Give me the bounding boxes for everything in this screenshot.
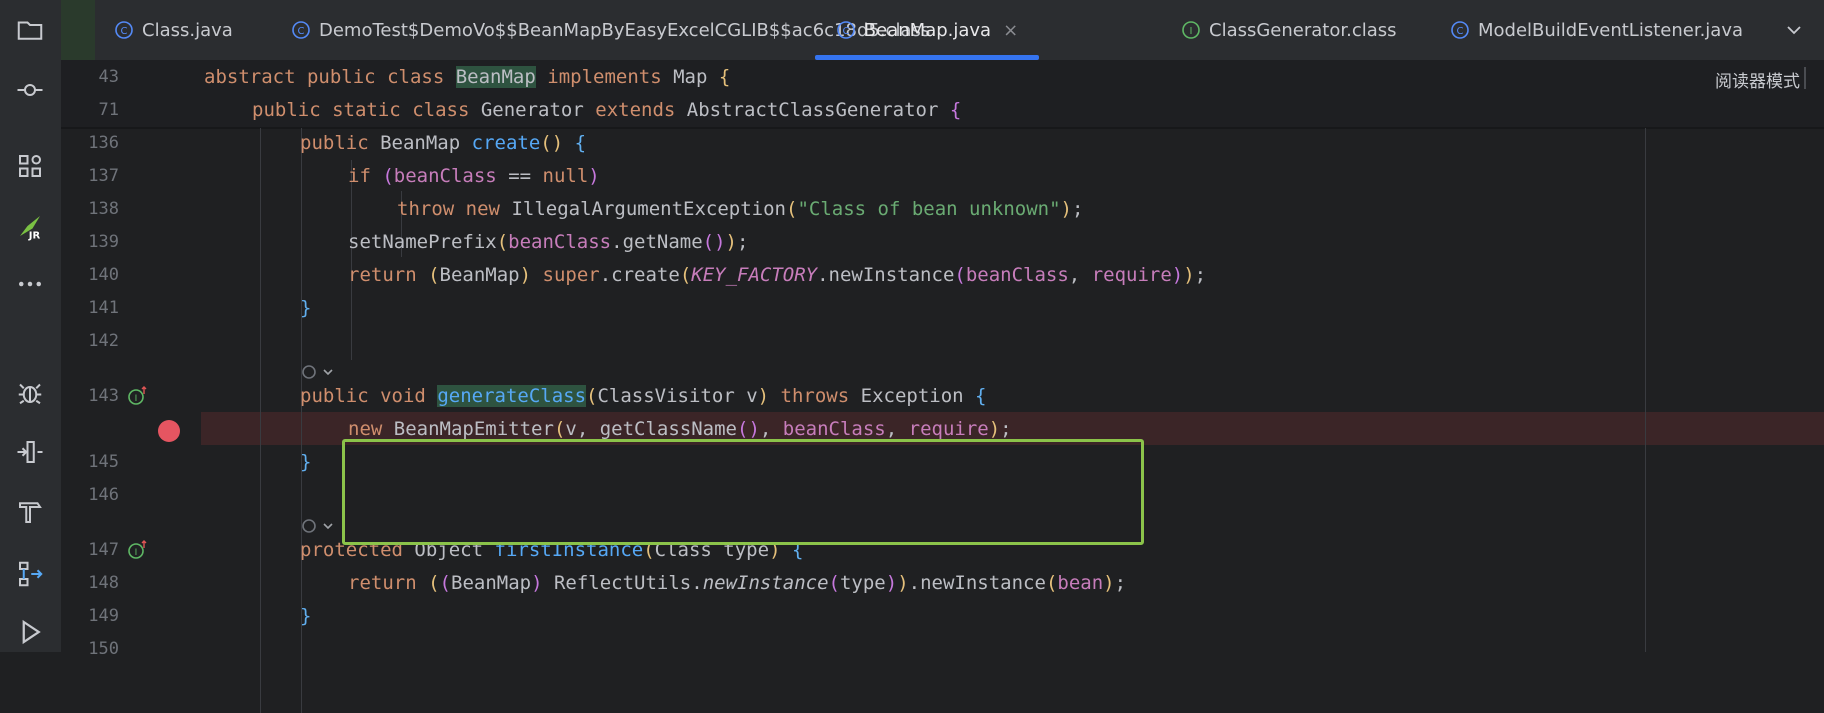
code-line-71: public static class Generator extends Ab… [252, 99, 962, 121]
tab-beanmap-java[interactable]: C BeanMap.java × [815, 0, 1039, 60]
svg-text:I: I [135, 394, 138, 404]
svg-text:C: C [121, 26, 128, 37]
tab-classgenerator-class[interactable]: I ClassGenerator.class [1181, 0, 1397, 60]
line-number: 142 [88, 331, 119, 351]
project-folder-icon[interactable] [12, 12, 48, 48]
class-icon: C [836, 21, 855, 39]
tab-label: ModelBuildEventListener.java [1478, 19, 1743, 41]
line-number: 139 [88, 232, 119, 252]
editor-tab-bar: C Class.java C DemoTest$DemoVo$$BeanMapB… [61, 0, 1824, 61]
svg-text:C: C [298, 26, 305, 37]
line-number: 43 [98, 67, 119, 87]
tab-modelbuildeventlistener-java[interactable]: C ModelBuildEventListener.java [1450, 0, 1743, 60]
tab-bar-accent [61, 0, 95, 60]
more-icon[interactable] [12, 266, 48, 302]
commit-icon[interactable] [12, 72, 48, 108]
code-line-148: return ((BeanMap) ReflectUtils.newInstan… [348, 572, 1127, 594]
code-line-141: } [300, 297, 312, 319]
indent-guide [260, 128, 261, 713]
line-number: 138 [88, 199, 119, 219]
run-icon[interactable] [12, 614, 48, 650]
svg-text:I: I [1190, 26, 1193, 37]
svg-text:C: C [842, 26, 849, 37]
code-line-136: public BeanMap create() { [300, 132, 587, 154]
code-line-143: public void generateClass(ClassVisitor v… [300, 385, 987, 407]
line-number: 147 [88, 540, 119, 560]
line-number: 150 [88, 639, 119, 659]
line-number: 148 [88, 573, 119, 593]
line-number: 141 [88, 298, 119, 318]
class-icon: C [292, 21, 310, 39]
jrebel-icon[interactable]: JR [12, 208, 48, 244]
line-number: 149 [88, 606, 119, 626]
line-number: 145 [88, 452, 119, 472]
code-line-139: setNamePrefix(beanClass.getName()); [348, 231, 749, 253]
services-icon[interactable] [12, 556, 48, 592]
class-icon: C [115, 21, 133, 39]
chevron-down-icon[interactable] [1764, 0, 1824, 60]
code-line-137: if (beanClass == null) [348, 165, 600, 187]
line-number: 146 [88, 485, 119, 505]
build-hammer-icon[interactable] [12, 494, 48, 530]
svg-text:I: I [135, 548, 138, 558]
interface-icon: I [1182, 21, 1200, 39]
line-number: 71 [98, 100, 119, 120]
class-icon: C [1451, 21, 1469, 39]
step-into-icon[interactable] [12, 434, 48, 470]
tab-label: ClassGenerator.class [1209, 19, 1397, 41]
code-editor[interactable]: 阅读器模式 43 71 136 137 138 139 140 141 142 … [61, 61, 1824, 713]
code-line-43: abstract public class BeanMap implements… [204, 66, 731, 88]
code-line-140: return (BeanMap) super.create(KEY_FACTOR… [348, 264, 1207, 286]
line-number: 140 [88, 265, 119, 285]
breakpoint-icon[interactable] [158, 420, 180, 442]
structure-icon[interactable] [12, 148, 48, 184]
line-number: 143 [88, 386, 119, 406]
tab-label: BeanMap.java [863, 19, 992, 41]
line-number: 137 [88, 166, 119, 186]
tab-label: Class.java [142, 19, 233, 41]
svg-text:C: C [1457, 26, 1464, 37]
activity-bar: JR [0, 0, 61, 652]
code-line-149: } [300, 605, 312, 627]
close-icon[interactable]: × [1003, 20, 1018, 41]
line-number [61, 413, 119, 446]
highlight-box [342, 439, 1144, 545]
code-line-138: throw new IllegalArgumentException("Clas… [397, 198, 1084, 220]
debug-bug-icon[interactable] [12, 374, 48, 410]
svg-text:JR: JR [28, 231, 41, 242]
tab-class-java[interactable]: C Class.java [114, 0, 233, 60]
implements-method-icon[interactable]: I [127, 539, 149, 561]
implements-method-icon[interactable]: I [127, 385, 149, 407]
line-number: 136 [88, 133, 119, 153]
